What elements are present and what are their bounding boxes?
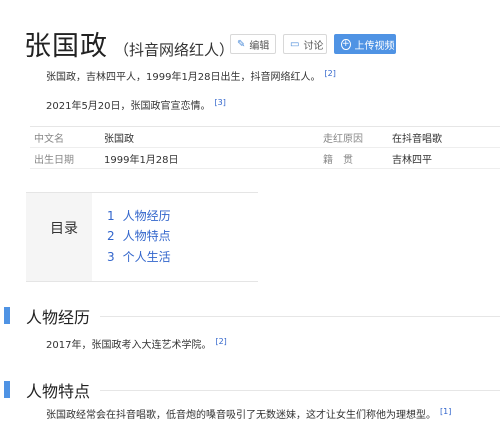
section-divider bbox=[100, 390, 500, 391]
toc-item-label: 人物特点 bbox=[122, 229, 171, 243]
section-text: 张国政经常会在抖音唱歌，低音炮的嗓音吸引了无数迷妹，这才让女生们称他为理想型。 bbox=[46, 410, 436, 421]
section-title: 人物特点 bbox=[26, 382, 91, 401]
section-accent-bar bbox=[4, 381, 10, 398]
pencil-icon: ✎ bbox=[237, 38, 246, 50]
toc-item-number: 2 bbox=[107, 229, 115, 243]
info-value: 吉林四平 bbox=[392, 154, 432, 166]
section-heading: 人物特点 bbox=[0, 378, 500, 401]
info-value: 在抖音唱歌 bbox=[392, 133, 442, 145]
discuss-button[interactable]: ▭ 讨论 bbox=[283, 34, 327, 54]
page-title: 张国政 bbox=[24, 31, 108, 62]
info-row: 出生日期 1999年1月28日 籍 贯 吉林四平 bbox=[30, 148, 500, 169]
section-paragraph: 张国政经常会在抖音唱歌，低音炮的嗓音吸引了无数迷妹，这才让女生们称他为理想型。 [… bbox=[46, 406, 451, 421]
toc-item[interactable]: 2 人物特点 bbox=[107, 227, 171, 244]
toc-item[interactable]: 3 个人生活 bbox=[107, 248, 171, 265]
info-value: 1999年1月28日 bbox=[104, 154, 179, 166]
toc-item[interactable]: 1 人物经历 bbox=[107, 207, 171, 224]
toc-sidebar: 目录 bbox=[26, 193, 92, 281]
comment-icon: ▭ bbox=[290, 38, 300, 50]
section-accent-bar bbox=[4, 307, 10, 324]
toc-item-label: 人物经历 bbox=[122, 209, 171, 223]
upload-label: 上传视频 bbox=[354, 40, 395, 52]
section-paragraph: 2017年，张国政考入大连艺术学院。 [2] bbox=[46, 336, 227, 351]
page-header: 张国政 （抖音网络红人） bbox=[24, 24, 234, 63]
toc-item-number: 3 bbox=[107, 250, 115, 264]
info-key: 走红原因 bbox=[323, 133, 363, 145]
citation-link[interactable]: [2] bbox=[215, 337, 226, 346]
info-key: 籍 贯 bbox=[323, 154, 353, 166]
toc-item-number: 1 bbox=[107, 209, 115, 223]
discuss-label: 讨论 bbox=[303, 40, 324, 52]
edit-label: 编辑 bbox=[249, 40, 270, 52]
citation-link[interactable]: [1] bbox=[440, 407, 451, 416]
plus-icon: + bbox=[341, 38, 351, 50]
summary-paragraph: 2021年5月20日，张国政官宣恋情。 [3] bbox=[46, 97, 226, 112]
info-row: 中文名 张国政 走红原因 在抖音唱歌 bbox=[30, 127, 500, 148]
summary-text: 张国政，吉林四平人，1999年1月28日出生，抖音网络红人。 bbox=[46, 72, 321, 83]
upload-video-button[interactable]: + 上传视频 bbox=[334, 34, 396, 54]
info-key: 中文名 bbox=[34, 133, 64, 145]
info-key: 出生日期 bbox=[34, 154, 74, 166]
citation-link[interactable]: [3] bbox=[215, 98, 226, 107]
section-text: 2017年，张国政考入大连艺术学院。 bbox=[46, 340, 212, 351]
summary-text: 2021年5月20日，张国政官宣恋情。 bbox=[46, 101, 211, 112]
section-title: 人物经历 bbox=[26, 308, 91, 327]
toc-title: 目录 bbox=[50, 221, 78, 237]
citation-link[interactable]: [2] bbox=[325, 69, 336, 78]
table-of-contents: 目录 1 人物经历 2 人物特点 3 个人生活 bbox=[26, 192, 258, 282]
edit-button[interactable]: ✎ 编辑 bbox=[230, 34, 276, 54]
section-heading: 人物经历 bbox=[0, 304, 500, 327]
info-value: 张国政 bbox=[104, 133, 134, 145]
toc-item-label: 个人生活 bbox=[122, 250, 171, 264]
summary-paragraph: 张国政，吉林四平人，1999年1月28日出生，抖音网络红人。 [2] bbox=[46, 68, 336, 83]
section-divider bbox=[100, 316, 500, 317]
info-box: 中文名 张国政 走红原因 在抖音唱歌 出生日期 1999年1月28日 籍 贯 吉… bbox=[30, 126, 500, 169]
page-subtitle: （抖音网络红人） bbox=[114, 41, 235, 59]
